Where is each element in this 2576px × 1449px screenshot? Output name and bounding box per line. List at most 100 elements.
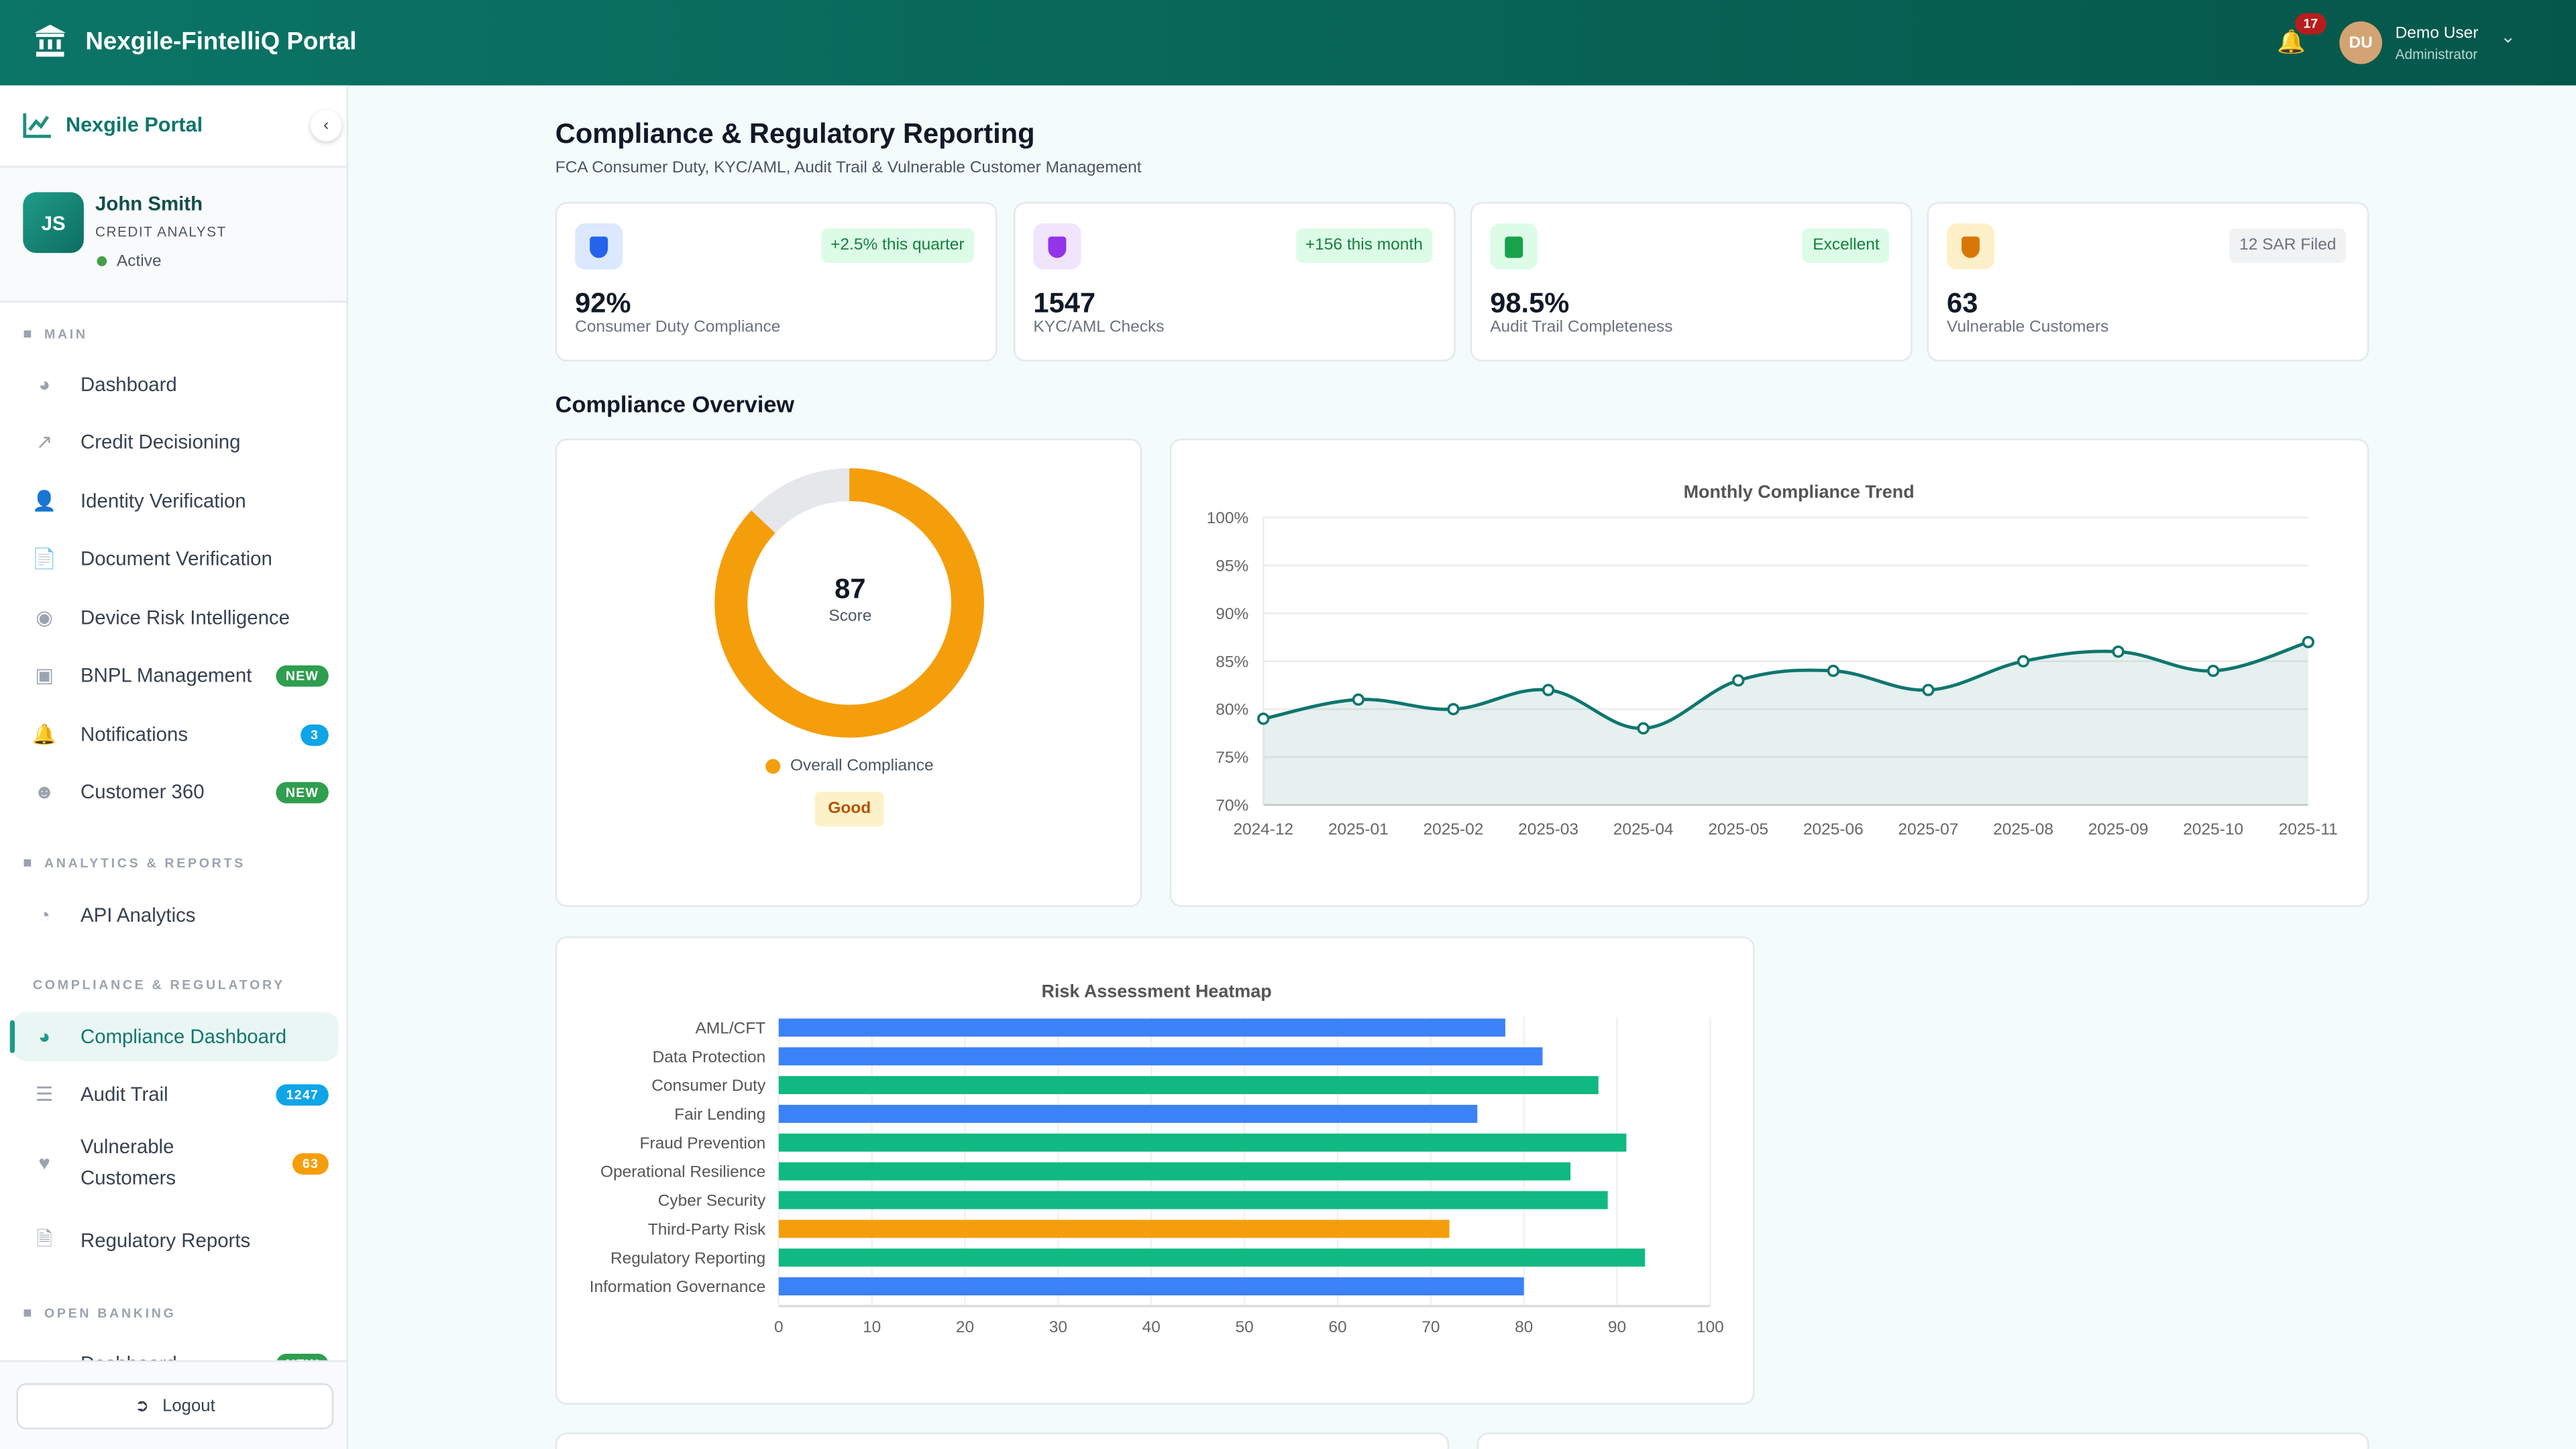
sidebar-brand: Nexgile Portal (65, 113, 203, 137)
risk-bar[interactable] (778, 1076, 1599, 1095)
risk-bar[interactable] (778, 1277, 1524, 1296)
pie-chart-icon: ◔ (38, 903, 51, 927)
chart-line-icon: ↗ (36, 430, 53, 453)
profile-name: John Smith (95, 192, 203, 215)
score-donut (714, 468, 984, 738)
x-tick-label: 100 (1697, 1318, 1724, 1336)
x-tick-label: 40 (1142, 1318, 1161, 1336)
x-tick-label: 30 (1049, 1318, 1067, 1336)
x-tick-label: 2025-09 (2088, 820, 2149, 839)
kpi-value: 63 (1947, 287, 1978, 319)
logout-button[interactable]: ➲ Logout (16, 1383, 334, 1430)
user-avatar[interactable]: DU (2339, 21, 2383, 64)
x-tick-label: 2025-08 (1993, 820, 2053, 839)
profile-card: JS John Smith CREDIT ANALYST Active (0, 166, 347, 303)
user-circle-icon: ☻ (34, 780, 55, 804)
sidebar-item-device-risk-intelligence[interactable]: ◉ Device Risk Intelligence (13, 593, 339, 642)
trend-point[interactable] (1922, 684, 1935, 696)
user-role: Administrator (2395, 46, 2478, 63)
sidebar-section-title: COMPLIANCE & REGULATORY (33, 977, 285, 992)
trend-point[interactable] (1637, 722, 1650, 735)
kpi-card: +156 this month 1547 KYC/AML Checks (1014, 202, 1456, 362)
list-check-icon: ☰ (35, 1082, 54, 1106)
sidebar-section-title: ■ MAIN (23, 325, 87, 341)
user-name[interactable]: Demo User (2396, 25, 2479, 43)
collapse-sidebar-button[interactable]: ‹ (310, 110, 342, 142)
kpi-value: 1547 (1033, 287, 1096, 319)
risk-bar[interactable] (778, 1248, 1646, 1267)
sidebar-item-api-analytics[interactable]: ◔ API Analytics (13, 890, 339, 939)
section-icon: ■ (23, 1304, 35, 1321)
risk-bar[interactable] (778, 1162, 1571, 1181)
shield-icon (1048, 235, 1067, 258)
sidebar-item-regulatory-reports[interactable]: 🗎 Regulatory Reports (13, 1216, 339, 1265)
section-label: COMPLIANCE & REGULATORY (32, 977, 285, 993)
sidebar-item-dashboard[interactable]: ◕ Dashboard (13, 360, 339, 409)
risk-bar[interactable] (778, 1018, 1505, 1037)
chart-line-icon (23, 113, 51, 138)
sidebar-item-notifications[interactable]: 🔔 Notifications 3 (13, 710, 339, 759)
sidebar: Nexgile Portal ‹ JS John Smith CREDIT AN… (0, 85, 349, 1449)
trend-point[interactable] (2302, 635, 2315, 649)
trend-point[interactable] (1257, 712, 1270, 725)
risk-bar[interactable] (778, 1104, 1478, 1123)
x-tick-label: 50 (1235, 1318, 1253, 1336)
file-icon: 📄 (32, 547, 57, 570)
sidebar-item-label: Notifications (80, 722, 189, 746)
trend-point[interactable] (2207, 664, 2220, 678)
sidebar-item-customer-360[interactable]: ☻ Customer 360 NEW (13, 767, 339, 816)
trend-point[interactable] (1542, 684, 1555, 696)
trend-point[interactable] (1352, 693, 1365, 706)
trend-point[interactable] (1447, 702, 1460, 716)
kpi-icon-box (1490, 223, 1538, 270)
trend-area (1263, 642, 2308, 806)
sidebar-item-document-verification[interactable]: 📄 Document Verification (13, 534, 339, 583)
sidebar-item-label: API Analytics (80, 903, 196, 927)
shield-check-icon (590, 235, 608, 258)
sidebar-item-badge: NEW (276, 781, 329, 803)
sidebar-item-label: Dashboard (80, 372, 177, 396)
section-label: MAIN (44, 326, 88, 341)
risk-bar[interactable] (778, 1191, 1608, 1210)
trend-point[interactable] (2112, 645, 2125, 658)
y-tick-label: 90% (1216, 605, 1248, 623)
chevron-down-icon[interactable]: ⌄ (2500, 26, 2516, 48)
sidebar-item-audit-trail[interactable]: ☰ Audit Trail 1247 (13, 1069, 339, 1118)
sidebar-item-vulnerable-customers[interactable]: ♥ Vulnerable Customers 63 (13, 1127, 339, 1199)
trend-point[interactable] (1732, 674, 1745, 687)
kpi-label: Vulnerable Customers (1947, 319, 2109, 337)
x-tick-label: 2025-04 (1613, 820, 1674, 839)
status-dot (97, 256, 107, 266)
gauge-icon: ◕ (38, 1025, 51, 1049)
score-label: Score (828, 608, 872, 627)
trend-point[interactable] (2017, 655, 2030, 667)
bottom-card-right (1477, 1432, 2369, 1449)
sidebar-item-bnpl-management[interactable]: ▣ BNPL Management NEW (13, 651, 339, 700)
kpi-value: 98.5% (1490, 287, 1570, 319)
kpi-card: 12 SAR Filed 63 Vulnerable Customers (1927, 202, 2369, 362)
x-tick-label: 70 (1421, 1318, 1440, 1336)
trend-point[interactable] (1827, 664, 1840, 678)
kpi-card: +2.5% this quarter 92% Consumer Duty Com… (555, 202, 998, 362)
risk-bar[interactable] (778, 1220, 1450, 1238)
y-tick-label: 75% (1216, 749, 1248, 767)
logout-label: Logout (162, 1396, 215, 1417)
category-label: Information Governance (590, 1278, 766, 1296)
kpi-value: 92% (575, 287, 631, 319)
sidebar-item-compliance-dashboard[interactable]: ◕ Compliance Dashboard (9, 1012, 339, 1062)
heatmap-chart: Risk Assessment Heatmap 0 10 20 30 40 50 60 70 80… (590, 981, 1724, 1337)
kpi-tag: +2.5% this quarter (820, 228, 975, 263)
active-indicator (9, 1020, 15, 1053)
chart-title: Monthly Compliance Trend (1684, 482, 1915, 502)
sidebar-item-label: Document Verification (80, 547, 272, 570)
risk-bar[interactable] (778, 1133, 1627, 1152)
wallet-icon: ▣ (35, 663, 54, 687)
chevron-left-icon: ‹ (323, 116, 329, 135)
sidebar-item-identity-verification[interactable]: 👤 Identity Verification (13, 476, 339, 525)
sidebar-item-credit-decisioning[interactable]: ↗ Credit Decisioning (13, 417, 339, 466)
x-tick-label: 2025-05 (1708, 820, 1768, 839)
kpi-label: Consumer Duty Compliance (575, 319, 781, 337)
risk-bar[interactable] (778, 1047, 1543, 1066)
top-header: Nexgile-FintelliQ Portal 🔔 17 DU Demo Us… (0, 0, 2576, 86)
trend-chart: Monthly Compliance Trend 70% 75% 80% 85% 90% 9… (1207, 482, 2338, 839)
